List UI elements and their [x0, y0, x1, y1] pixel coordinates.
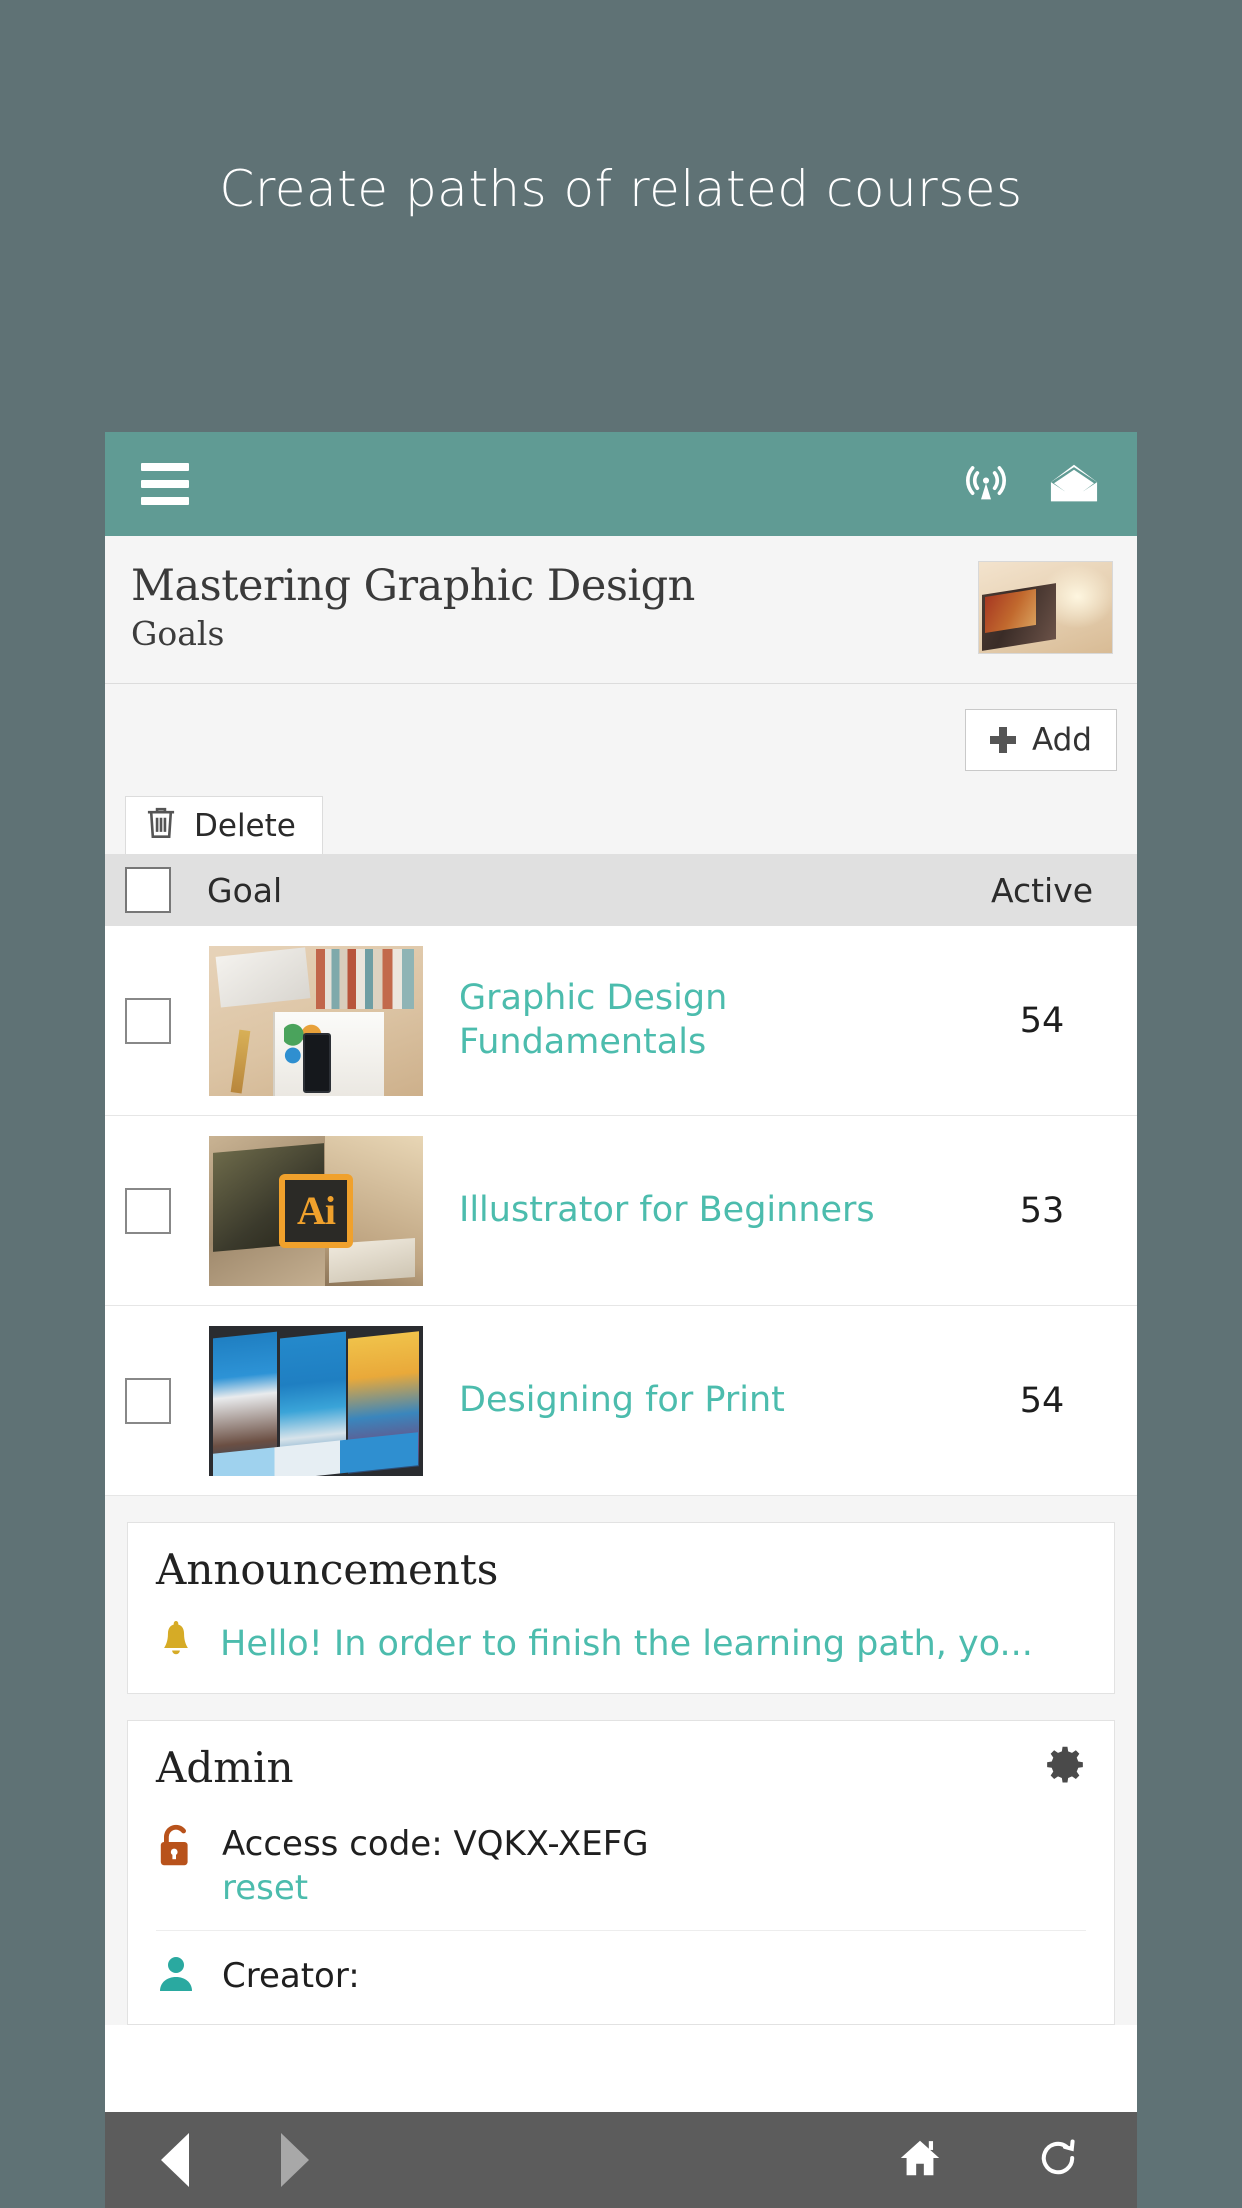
unlocked-padlock-icon [156, 1822, 196, 1875]
thumb-keyboard-shape [215, 946, 310, 1008]
hamburger-line [141, 463, 189, 471]
app-bar [105, 432, 1137, 536]
admin-title: Admin [156, 1743, 294, 1792]
row-goal-link[interactable]: Designing for Print [459, 1379, 947, 1423]
add-toolbar: Add [105, 684, 1137, 796]
reset-access-code-link[interactable]: reset [222, 1868, 649, 1908]
select-all-checkbox[interactable] [125, 867, 171, 913]
course-subtitle: Goals [131, 614, 225, 654]
row-goal-link[interactable]: Graphic Design Fundamentals [459, 977, 947, 1065]
cards-area: Announcements Hello! In order to finish … [105, 1496, 1137, 2025]
row-checkbox[interactable] [125, 1187, 171, 1234]
admin-access-text: Access code: VQKX-XEFG reset [222, 1822, 649, 1908]
column-header-active: Active [990, 870, 1094, 910]
table-header-row: Goal Active [105, 854, 1137, 926]
admin-creator-row: Creator: [156, 1953, 1086, 1998]
table-row[interactable]: Graphic Design Fundamentals 54 [105, 926, 1137, 1116]
announcement-link[interactable]: Hello! In order to finish the learning p… [220, 1624, 1033, 1664]
access-code-value: Access code: VQKX-XEFG [222, 1824, 649, 1864]
row-active-count: 53 [1019, 1190, 1065, 1231]
row-checkbox[interactable] [125, 1377, 171, 1424]
row-checkbox[interactable] [125, 997, 171, 1044]
broadcast-icon[interactable] [963, 461, 1009, 507]
row-thumbnail [209, 1325, 423, 1476]
row-thumbnail: Ai [209, 1135, 423, 1286]
row-select-wrap [125, 997, 171, 1044]
app-bar-actions [963, 461, 1099, 507]
announcement-item[interactable]: Hello! In order to finish the learning p… [156, 1620, 1086, 1667]
hamburger-menu-icon[interactable] [141, 463, 189, 505]
row-goal-link[interactable]: Illustrator for Beginners [459, 1189, 947, 1233]
add-button-label: Add [1031, 722, 1092, 758]
announcements-title: Announcements [156, 1545, 499, 1594]
table-row[interactable]: Ai Illustrator for Beginners 53 [105, 1116, 1137, 1306]
course-title-group: Mastering Graphic Design Goals [127, 560, 695, 654]
person-icon [156, 1953, 196, 1998]
thumb-books-shape [316, 948, 415, 1009]
row-thumbnail [209, 945, 423, 1096]
delete-button-label: Delete [194, 807, 296, 844]
creator-label: Creator: [222, 1955, 360, 1996]
gear-icon[interactable] [1044, 1744, 1086, 1791]
column-header-goal: Goal [207, 870, 283, 910]
announcements-card: Announcements Hello! In order to finish … [127, 1522, 1115, 1694]
thumb-phone-shape [303, 1032, 331, 1093]
nav-right-group [897, 2135, 1081, 2186]
announcements-header: Announcements [156, 1545, 1086, 1594]
browser-bottom-nav [105, 2112, 1137, 2208]
delete-button[interactable]: Delete [125, 796, 323, 854]
forward-arrow-icon[interactable] [281, 2133, 309, 2187]
trash-icon [144, 804, 178, 848]
admin-access-code-row: Access code: VQKX-XEFG reset [156, 1822, 1086, 1931]
hamburger-line [141, 497, 189, 505]
illustrator-logo-icon: Ai [279, 1173, 353, 1248]
row-active-count: 54 [1019, 1380, 1065, 1421]
table-row[interactable]: Designing for Print 54 [105, 1306, 1137, 1496]
bell-icon [156, 1620, 196, 1667]
course-title: Mastering Graphic Design [131, 560, 695, 611]
admin-card: Admin Access code: VQKX-XEFG reset Creat… [127, 1720, 1115, 2025]
hamburger-line [141, 480, 189, 488]
phone-screen: Mastering Graphic Design Goals Add Delet… [105, 432, 1137, 2112]
row-select-wrap [125, 1187, 171, 1234]
thumb-pencil-shape [230, 1029, 250, 1093]
page-title: Create paths of related courses [219, 160, 1023, 218]
nav-left-group [161, 2133, 309, 2187]
plus-icon [989, 727, 1016, 753]
course-header: Mastering Graphic Design Goals [105, 536, 1137, 684]
envelope-icon[interactable] [1049, 463, 1099, 505]
row-select-wrap [125, 1377, 171, 1424]
admin-header: Admin [156, 1743, 1086, 1792]
refresh-icon[interactable] [1035, 2135, 1081, 2186]
delete-toolbar: Delete [105, 796, 1137, 854]
goals-table: Goal Active Graphic Design Fundamentals … [105, 854, 1137, 1496]
row-active-count: 54 [1019, 1000, 1065, 1041]
back-arrow-icon[interactable] [161, 2133, 189, 2187]
add-button[interactable]: Add [964, 709, 1117, 771]
home-icon[interactable] [897, 2135, 943, 2186]
course-thumbnail [978, 561, 1113, 654]
